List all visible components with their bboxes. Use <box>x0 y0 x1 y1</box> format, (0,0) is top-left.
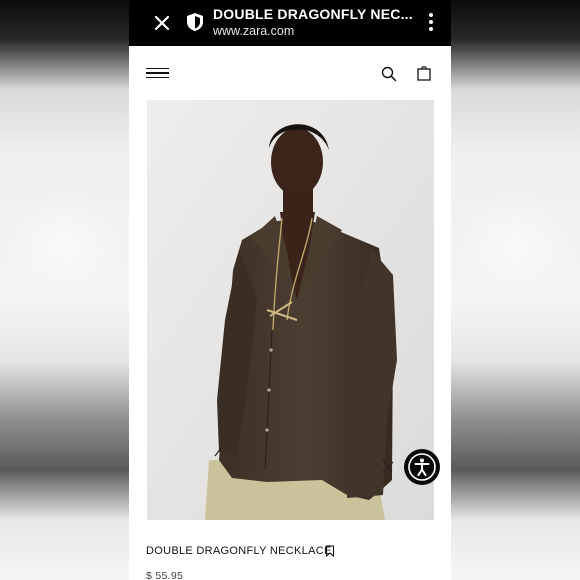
hamburger-menu-icon[interactable] <box>146 68 169 78</box>
blurred-background-left <box>0 0 129 580</box>
bookmark-icon[interactable] <box>325 545 335 557</box>
close-icon[interactable] <box>151 12 173 34</box>
page-title: DOUBLE DRAGONFLY NEC... <box>213 6 413 22</box>
custom-tab-toolbar: DOUBLE DRAGONFLY NEC... www.zara.com <box>129 0 451 46</box>
search-icon[interactable] <box>381 66 397 82</box>
page-domain: www.zara.com <box>213 24 295 38</box>
blurred-background-right <box>451 0 580 580</box>
product-price: $ 55.95 <box>146 570 184 580</box>
accessibility-icon <box>408 453 436 481</box>
shield-icon[interactable] <box>186 12 204 32</box>
product-image[interactable] <box>147 100 434 520</box>
accessibility-button[interactable] <box>404 449 440 485</box>
product-photo-illustration <box>147 100 434 520</box>
shopping-bag-icon[interactable] <box>417 65 431 81</box>
product-name[interactable]: DOUBLE DRAGONFLY NECKLACE <box>146 545 332 557</box>
site-header <box>129 46 451 100</box>
phone-screen: DOUBLE DRAGONFLY NEC... www.zara.com DOU… <box>129 0 451 580</box>
more-vertical-icon[interactable] <box>425 13 437 33</box>
